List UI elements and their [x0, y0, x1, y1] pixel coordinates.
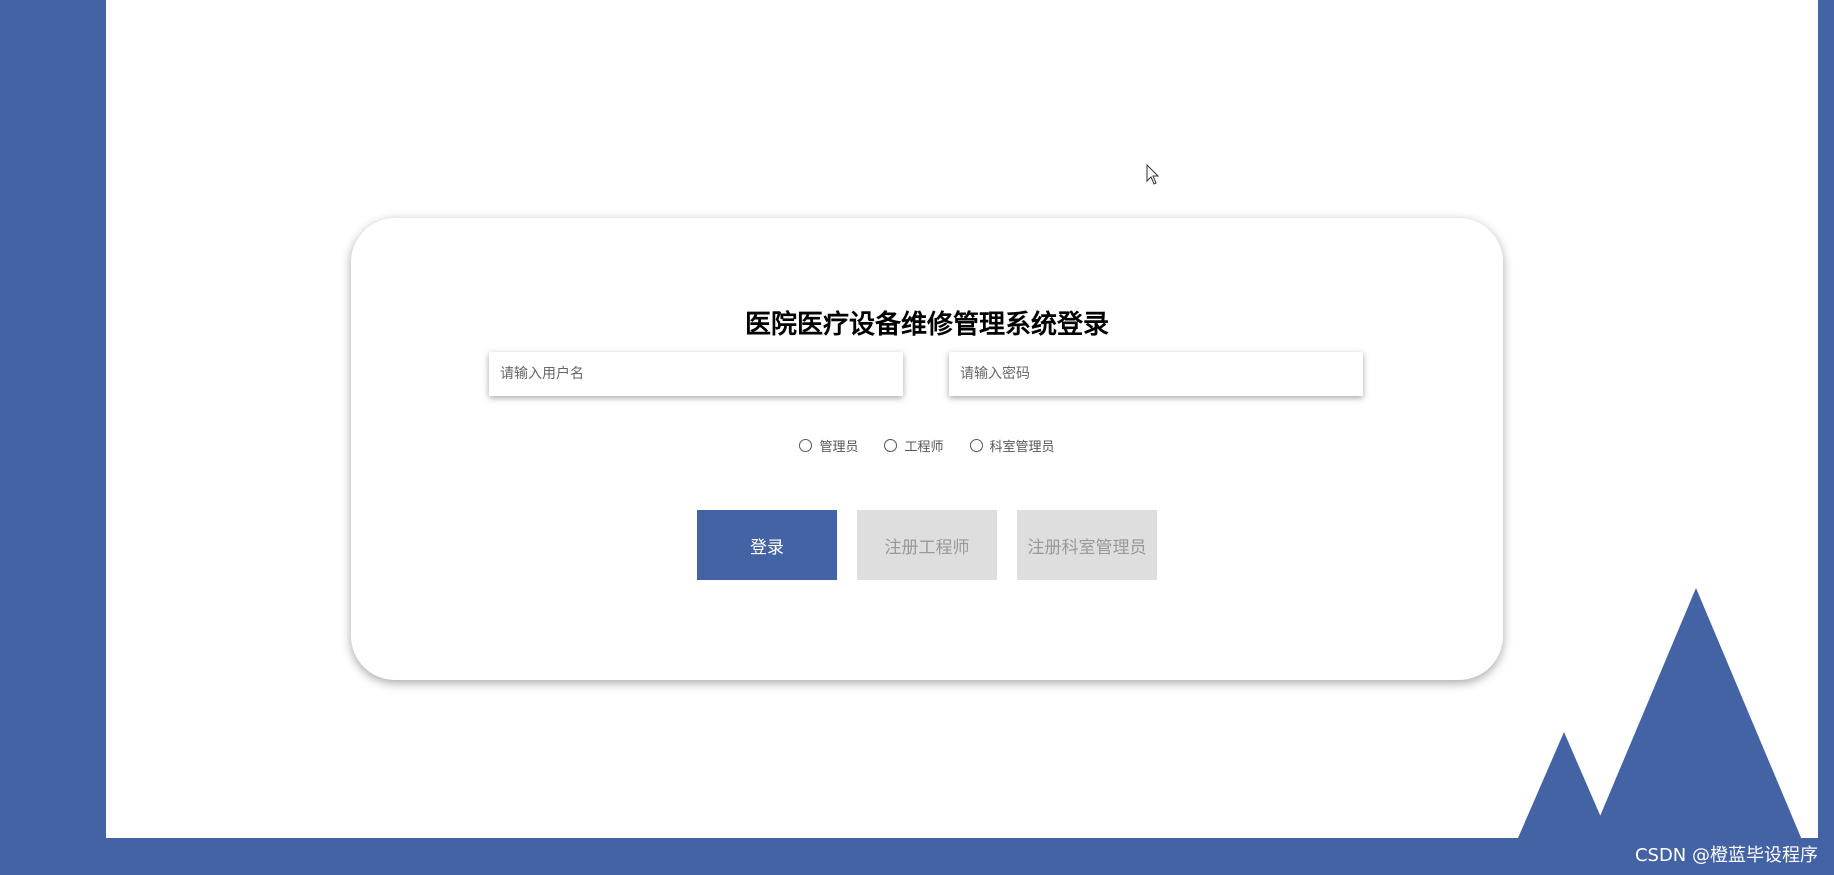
password-input[interactable]	[949, 352, 1363, 396]
action-buttons: 登录 注册工程师 注册科室管理员	[351, 510, 1503, 580]
page-title: 医院医疗设备维修管理系统登录	[744, 310, 1109, 340]
role-radio-group: 管理员 工程师 科室管理员	[351, 436, 1503, 455]
login-card: 医院医疗设备维修管理系统登录 管理员 工程师 科室管理员 登录 注册工程师 注册…	[351, 218, 1503, 680]
role-label: 科室管理员	[989, 440, 1055, 455]
register-dept-admin-button[interactable]: 注册科室管理员	[1017, 510, 1157, 580]
role-option-engineer[interactable]: 工程师	[884, 436, 944, 455]
radio-icon[interactable]	[799, 439, 813, 452]
role-label: 工程师	[904, 440, 944, 455]
radio-icon[interactable]	[969, 439, 983, 452]
login-button[interactable]: 登录	[697, 510, 837, 580]
page: 医院医疗设备维修管理系统登录 管理员 工程师 科室管理员 登录 注册工程师 注册…	[0, 0, 1834, 875]
radio-icon[interactable]	[884, 439, 898, 452]
watermark: CSDN @橙蓝毕设程序	[1634, 845, 1818, 866]
role-option-admin[interactable]: 管理员	[799, 436, 858, 455]
role-option-dept-admin[interactable]: 科室管理员	[969, 436, 1055, 455]
username-input[interactable]	[489, 352, 903, 396]
decor-triangle-large	[1574, 588, 1818, 875]
register-engineer-button[interactable]: 注册工程师	[857, 510, 997, 580]
mouse-cursor-icon	[1146, 164, 1160, 185]
role-label: 管理员	[819, 440, 859, 455]
